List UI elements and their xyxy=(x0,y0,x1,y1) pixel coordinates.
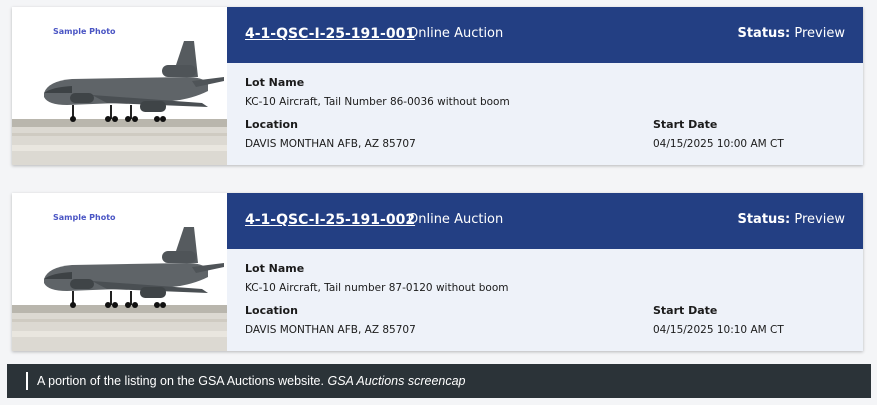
location-value: DAVIS MONTHAN AFB, AZ 85707 xyxy=(245,324,416,336)
caption-credit: GSA Auctions screencap xyxy=(327,374,466,388)
location-label: Location xyxy=(245,304,298,317)
sample-photo-label: Sample Photo xyxy=(53,213,116,222)
aircraft-image-icon xyxy=(12,227,227,351)
status-value: Preview xyxy=(794,26,845,41)
sample-photo-label: Sample Photo xyxy=(53,27,116,36)
auction-type: Online Auction xyxy=(408,212,504,227)
listing-card: Sample Photo 4-1-QSC-I-25-191-001 Online… xyxy=(12,7,863,165)
caption-text: A portion of the listing on the GSA Auct… xyxy=(37,374,466,388)
auction-type: Online Auction xyxy=(408,26,504,41)
lot-number-link[interactable]: 4-1-QSC-I-25-191-002 xyxy=(245,212,415,228)
image-caption: A portion of the listing on the GSA Auct… xyxy=(7,364,871,398)
start-date-label: Start Date xyxy=(653,118,718,131)
start-date-value: 04/15/2025 10:00 AM CT xyxy=(653,138,784,150)
status-label: Status: xyxy=(737,212,791,227)
status: Status: Preview xyxy=(737,26,845,41)
aircraft-image-icon xyxy=(12,41,227,165)
lot-name-value: KC-10 Aircraft, Tail Number 86-0036 with… xyxy=(245,96,510,108)
listing-card: Sample Photo 4-1-QSC-I-25-191-002 Online… xyxy=(12,193,863,351)
caption-bar xyxy=(26,372,28,390)
lot-number-link[interactable]: 4-1-QSC-I-25-191-001 xyxy=(245,26,415,42)
aircraft-photo[interactable]: Sample Photo xyxy=(12,7,227,165)
aircraft-photo[interactable]: Sample Photo xyxy=(12,193,227,351)
status: Status: Preview xyxy=(737,212,845,227)
start-date-label: Start Date xyxy=(653,304,718,317)
status-label: Status: xyxy=(737,26,791,41)
listing-header: 4-1-QSC-I-25-191-002 Online Auction Stat… xyxy=(227,193,863,249)
page: Sample Photo 4-1-QSC-I-25-191-001 Online… xyxy=(0,0,877,405)
location-label: Location xyxy=(245,118,298,131)
location-value: DAVIS MONTHAN AFB, AZ 85707 xyxy=(245,138,416,150)
lot-name-label: Lot Name xyxy=(245,262,305,275)
start-date-value: 04/15/2025 10:10 AM CT xyxy=(653,324,784,336)
status-value: Preview xyxy=(794,212,845,227)
lot-name-value: KC-10 Aircraft, Tail number 87-0120 with… xyxy=(245,282,509,294)
listing-header: 4-1-QSC-I-25-191-001 Online Auction Stat… xyxy=(227,7,863,63)
listing-details: Lot Name KC-10 Aircraft, Tail Number 86-… xyxy=(227,63,863,165)
lot-name-label: Lot Name xyxy=(245,76,305,89)
caption-body: A portion of the listing on the GSA Auct… xyxy=(37,374,324,388)
listing-details: Lot Name KC-10 Aircraft, Tail number 87-… xyxy=(227,249,863,351)
